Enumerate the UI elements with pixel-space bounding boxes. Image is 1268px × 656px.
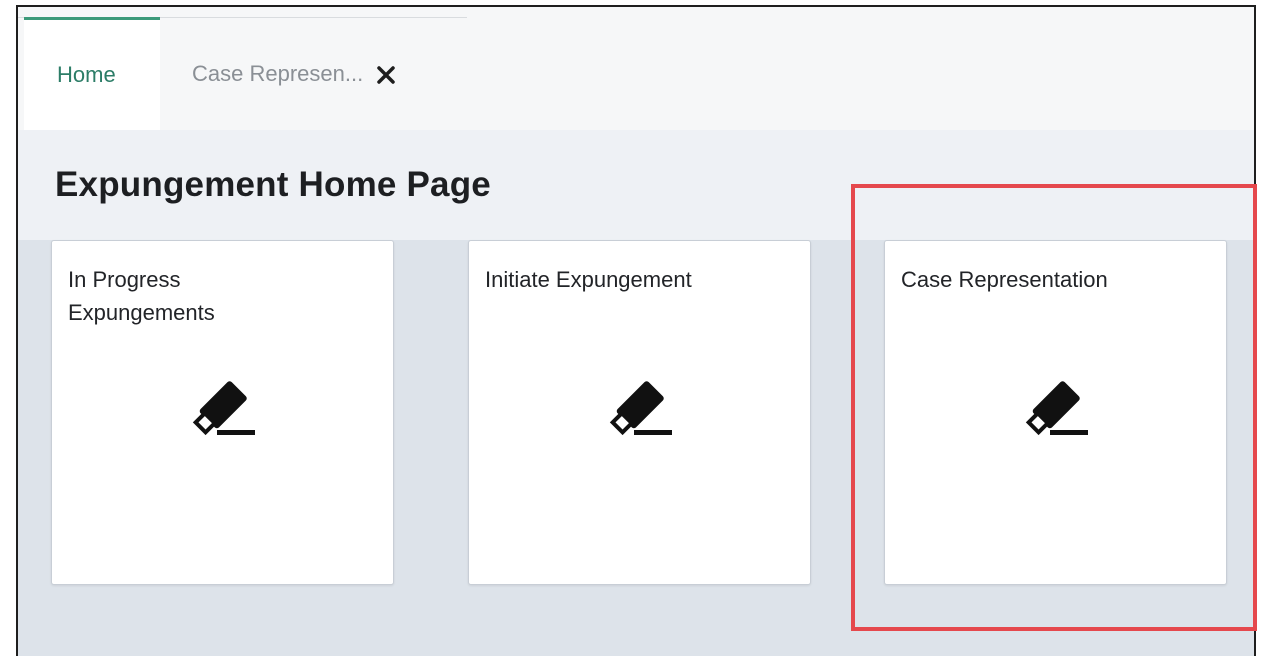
tab-home-label: Home	[57, 62, 116, 87]
card-title-text: Case Representation	[901, 267, 1108, 292]
tab-case-representation[interactable]: Case Represen...	[160, 17, 460, 130]
card-initiate-expungement[interactable]: Initiate Expungement	[468, 240, 811, 585]
eraser-icon	[1022, 381, 1094, 441]
page-header: Expungement Home Page	[18, 130, 1254, 240]
close-icon[interactable]	[373, 62, 399, 88]
tab-case-representation-label: Case Represen...	[192, 60, 364, 86]
tab-bar: Home Case Represen...	[18, 7, 1254, 130]
card-case-representation[interactable]: Case Representation	[884, 240, 1227, 585]
eraser-icon	[189, 381, 261, 441]
card-title: Initiate Expungement	[485, 263, 785, 296]
app-frame: Home Case Represen... Expungement Home P…	[16, 5, 1256, 656]
tab-home[interactable]: Home	[24, 17, 160, 130]
card-title-text: In Progress Expungements	[68, 267, 215, 325]
page-title: Expungement Home Page	[55, 165, 491, 204]
eraser-icon	[606, 381, 678, 441]
card-title: Case Representation	[901, 263, 1201, 296]
card-title: In Progress Expungements	[68, 263, 368, 329]
card-in-progress-expungements[interactable]: In Progress Expungements	[51, 240, 394, 585]
card-title-text: Initiate Expungement	[485, 267, 692, 292]
